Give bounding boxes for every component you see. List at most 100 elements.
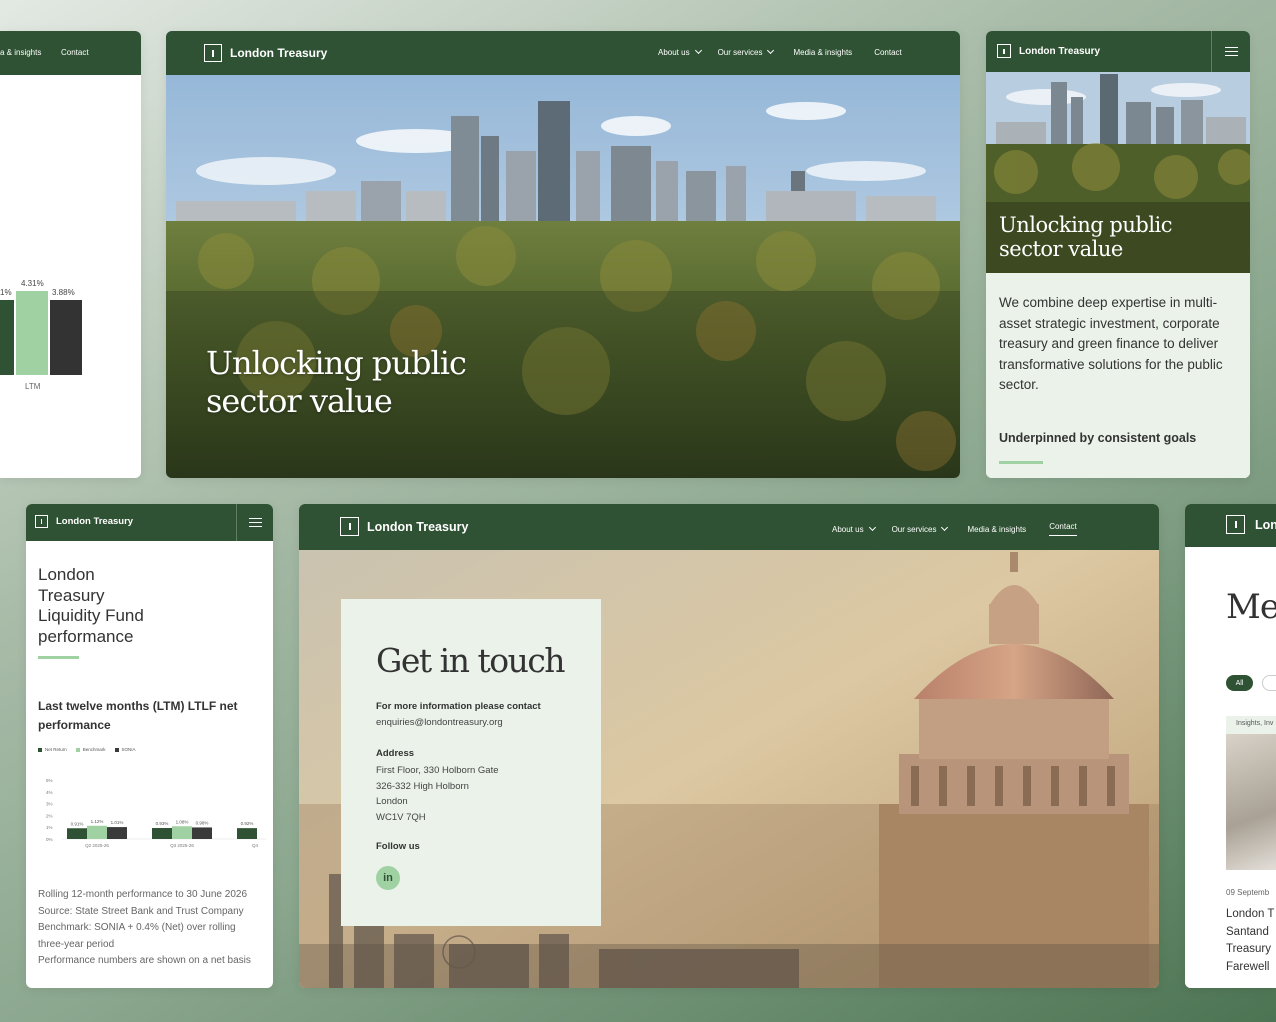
chart-crop-card: a & insights Contact 1% 4.31% 3.88% LTM bbox=[0, 31, 141, 478]
nav-contact-link[interactable]: Contact bbox=[874, 48, 902, 57]
hero-title: Unlocking public sector value bbox=[206, 344, 467, 420]
legend-item: Benchmark bbox=[75, 747, 106, 752]
brand-logo[interactable]: London Treasury bbox=[340, 517, 468, 536]
contact-email-link[interactable]: enquiries@londontreasury.org bbox=[376, 717, 503, 728]
address-line: London bbox=[376, 796, 408, 807]
menu-icon bbox=[1224, 50, 1238, 53]
linkedin-icon[interactable]: in bbox=[376, 866, 400, 890]
note-line: Performance numbers are shown on a net b… bbox=[38, 955, 251, 966]
bar-value-label: 1.08% bbox=[176, 819, 189, 824]
top-nav: London Treasury About us Our services Me… bbox=[166, 31, 960, 75]
nav-media-link[interactable]: Media & insights bbox=[793, 48, 852, 57]
legend-item: SONIA bbox=[114, 747, 136, 752]
menu-icon bbox=[248, 521, 262, 524]
bar-label-1: 1% bbox=[0, 288, 12, 297]
brand-name: London Treasury bbox=[367, 519, 469, 534]
nav-about-link[interactable]: About us bbox=[832, 523, 876, 534]
nav-media-link[interactable]: Media & insights bbox=[967, 525, 1026, 534]
headline-line: Farewell bbox=[1226, 960, 1270, 973]
article-headline[interactable]: London T Santand Treasury Farewell bbox=[1226, 906, 1274, 976]
chevron-down-icon bbox=[868, 523, 876, 531]
top-nav: London Treasury bbox=[986, 31, 1250, 72]
filter-all-button[interactable]: All bbox=[1226, 675, 1253, 691]
fund-performance-card: London Treasury London Treasury Liquidit… bbox=[26, 504, 273, 988]
y-tick-label: 4% bbox=[46, 790, 53, 795]
hero-title: Unlocking public sector value bbox=[999, 213, 1173, 261]
performance-bar-chart: 5% 4% 3% 2% 1% 0% 0.91% 1.12% 1.01% Q2 2025-26 0.9… bbox=[46, 778, 266, 848]
chart-notes: Rolling 12-month performance to 30 June … bbox=[38, 887, 264, 970]
chart-bar bbox=[172, 826, 192, 839]
media-crop-card: Lon Me All Insights, Inv 09 Septemb Lond… bbox=[1185, 504, 1276, 988]
x-tick-label: Q4 bbox=[252, 843, 259, 848]
contact-title: Get in touch bbox=[376, 641, 566, 680]
nav-about-label: About us bbox=[658, 48, 690, 57]
address-line: WC1V 7QH bbox=[376, 811, 426, 823]
article-card[interactable]: Insights, Inv bbox=[1226, 716, 1276, 870]
nav-about-link[interactable]: About us bbox=[658, 46, 702, 57]
address-line: 326-332 High Holborn bbox=[376, 780, 469, 792]
y-tick-label: 0% bbox=[46, 837, 53, 842]
hero-title-line2: sector value bbox=[206, 382, 393, 420]
bar-label-2: 4.31% bbox=[21, 279, 44, 288]
bar-value-label: 0.93% bbox=[156, 821, 169, 826]
linkedin-glyph: in bbox=[383, 872, 393, 884]
headline-line: London T bbox=[1226, 908, 1275, 920]
bar-sonia bbox=[50, 300, 82, 375]
chart-bar bbox=[152, 828, 172, 839]
media-page-title: Me bbox=[1226, 587, 1276, 627]
top-nav: London Treasury bbox=[26, 504, 273, 541]
article-image bbox=[1226, 734, 1276, 870]
contact-card: London Treasury About us Our services Me… bbox=[299, 504, 1159, 988]
desktop-hero-card: London Treasury About us Our services Me… bbox=[166, 31, 960, 478]
brand-logo[interactable]: Lon bbox=[1226, 515, 1276, 534]
nav-services-label: Our services bbox=[891, 524, 937, 534]
bar-value-label: 0.91% bbox=[71, 821, 84, 826]
follow-label: Follow us bbox=[376, 841, 420, 852]
headline-line: Santand bbox=[1226, 925, 1269, 938]
article-tag: Insights, Inv bbox=[1236, 720, 1274, 727]
headline-line: Treasury bbox=[1226, 943, 1271, 955]
address-block: First Floor, 330 Holborn Gate 326-332 Hi… bbox=[376, 763, 499, 825]
y-tick-label: 1% bbox=[46, 825, 53, 830]
bar-value-label: 1.12% bbox=[91, 819, 104, 824]
brand-logo[interactable]: London Treasury bbox=[997, 44, 1100, 58]
main-menu: About us Our services Media & insights C… bbox=[658, 46, 902, 57]
mobile-hero-card: London Treasury Unlocking public sector … bbox=[986, 31, 1250, 478]
hamburger-menu-button[interactable] bbox=[236, 504, 273, 541]
note-line: Rolling 12-month performance to 30 June … bbox=[38, 889, 248, 900]
hero-body-panel: We combine deep expertise in multi-asset… bbox=[986, 273, 1250, 478]
logo-icon bbox=[340, 517, 359, 536]
filter-next-button[interactable] bbox=[1262, 675, 1276, 691]
hero-title-line2: sector value bbox=[999, 237, 1123, 261]
nav-services-label: Our services bbox=[717, 48, 763, 57]
nav-contact-link-active[interactable]: Contact bbox=[1049, 522, 1077, 536]
logo-icon bbox=[35, 515, 48, 528]
nav-about-label: About us bbox=[832, 524, 864, 534]
chevron-down-icon bbox=[767, 46, 775, 55]
fund-title-line: Liquidity Fund bbox=[38, 606, 144, 625]
bar-net-return bbox=[0, 300, 14, 375]
hamburger-menu-button[interactable] bbox=[1211, 31, 1250, 72]
hero-body-text: We combine deep expertise in multi-asset… bbox=[999, 295, 1223, 392]
nav-services-link[interactable]: Our services bbox=[891, 523, 949, 534]
brand-logo[interactable]: London Treasury bbox=[35, 515, 133, 528]
contact-intro-label: For more information please contact bbox=[376, 701, 541, 712]
logo-icon bbox=[1226, 515, 1245, 534]
top-nav: Lon bbox=[1185, 504, 1276, 547]
bar-value-label: 1.01% bbox=[111, 820, 124, 825]
y-tick-label: 3% bbox=[46, 802, 53, 807]
bar-value-label: 0.98% bbox=[196, 820, 209, 825]
brand-logo[interactable]: London Treasury bbox=[204, 44, 327, 62]
article-date: 09 Septemb bbox=[1226, 888, 1270, 897]
contact-panel: Get in touch For more information please… bbox=[341, 599, 601, 926]
note-line: Source: State Street Bank and Trust Comp… bbox=[38, 905, 244, 917]
chart-bar bbox=[87, 825, 107, 839]
chart-bar bbox=[192, 827, 212, 839]
y-tick-label: 2% bbox=[46, 813, 53, 818]
x-tick-label: Q2 2025-26 bbox=[85, 843, 109, 848]
address-line: First Floor, 330 Holborn Gate bbox=[376, 765, 499, 776]
bar-value-label: 0.92% bbox=[241, 821, 254, 826]
nav-services-link[interactable]: Our services bbox=[717, 46, 775, 57]
x-tick-label: Q3 2025-26 bbox=[170, 843, 194, 848]
chart-subtitle: Last twelve months (LTM) LTLF net perfor… bbox=[38, 699, 238, 732]
